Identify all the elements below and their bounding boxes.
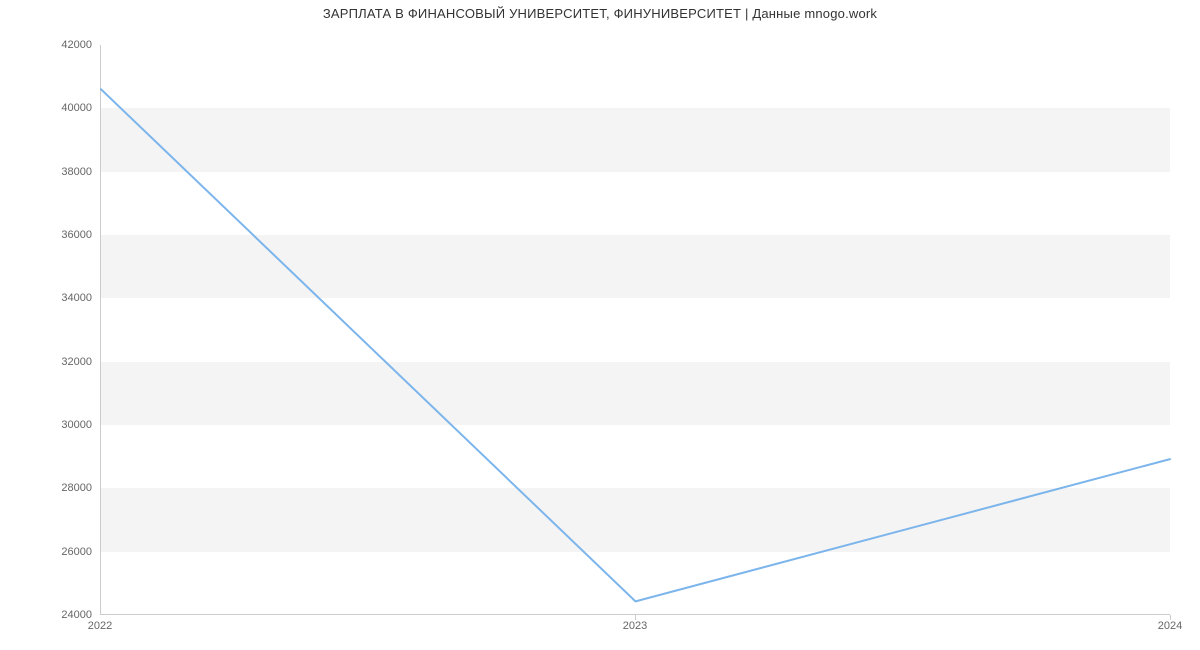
y-axis-tick-label: 32000 bbox=[12, 356, 92, 368]
series-line bbox=[101, 89, 1170, 601]
y-axis-tick-label: 40000 bbox=[12, 102, 92, 114]
x-axis-tick-label: 2023 bbox=[623, 620, 647, 632]
y-axis-tick-label: 24000 bbox=[12, 609, 92, 621]
y-axis-tick-label: 28000 bbox=[12, 482, 92, 494]
x-axis-tick-label: 2024 bbox=[1158, 620, 1182, 632]
chart-title: ЗАРПЛАТА В ФИНАНСОВЫЙ УНИВЕРСИТЕТ, ФИНУН… bbox=[0, 6, 1200, 21]
y-axis-tick-label: 42000 bbox=[12, 39, 92, 51]
y-axis-tick-label: 26000 bbox=[12, 546, 92, 558]
series-layer bbox=[101, 45, 1170, 614]
y-axis-tick-label: 38000 bbox=[12, 166, 92, 178]
x-axis-tick bbox=[1170, 615, 1171, 620]
plot-area bbox=[100, 45, 1170, 615]
x-axis-tick bbox=[635, 615, 636, 620]
y-axis-tick-label: 36000 bbox=[12, 229, 92, 241]
y-axis-tick-label: 34000 bbox=[12, 292, 92, 304]
x-axis-tick-label: 2022 bbox=[88, 620, 112, 632]
y-axis-tick-label: 30000 bbox=[12, 419, 92, 431]
line-chart: ЗАРПЛАТА В ФИНАНСОВЫЙ УНИВЕРСИТЕТ, ФИНУН… bbox=[0, 0, 1200, 650]
